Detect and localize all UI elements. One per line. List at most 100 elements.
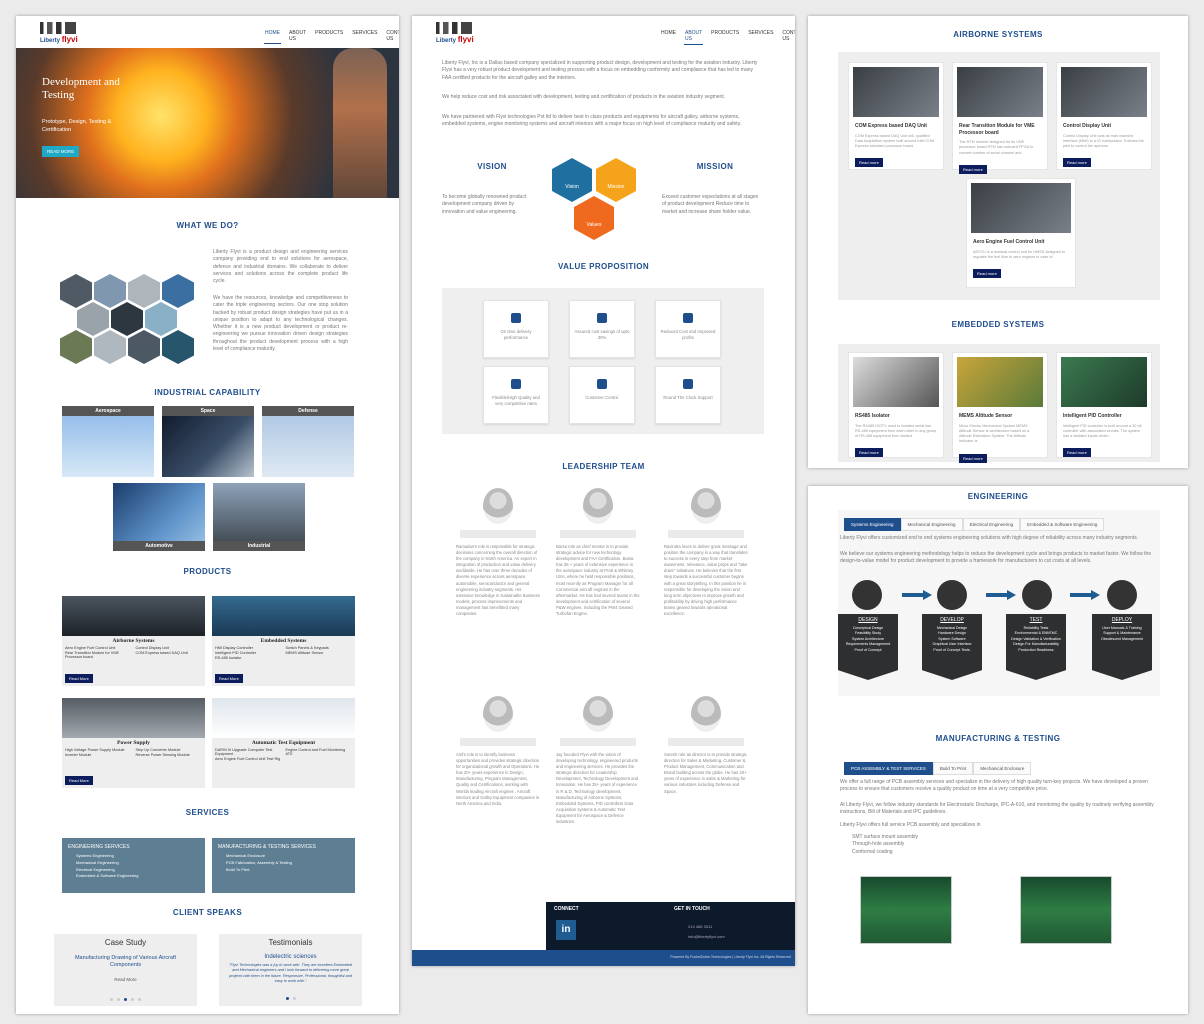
arrow-icon bbox=[1070, 590, 1100, 600]
avatar bbox=[483, 696, 513, 732]
industry-aerospace[interactable]: Aerospace bbox=[62, 406, 154, 477]
tab-mechanical-enclosure[interactable]: Mechanical Enclosure bbox=[973, 762, 1032, 775]
avatar bbox=[483, 488, 513, 524]
power-read-more-button[interactable]: Read More bbox=[65, 776, 93, 785]
engineering-text-2: We believe our systems engineering metho… bbox=[840, 551, 1152, 565]
nav-products[interactable]: PRODUCTS bbox=[710, 28, 740, 45]
tab-systems-engineering[interactable]: Systems Engineering bbox=[844, 518, 901, 531]
emb-card-1: RS485 Isolator The RS485 ISOTX used to is… bbox=[848, 352, 944, 458]
design-icon bbox=[852, 580, 882, 610]
avatar bbox=[583, 488, 613, 524]
trend-icon bbox=[683, 313, 693, 323]
nav-services[interactable]: SERVICES bbox=[351, 28, 378, 44]
logo[interactable]: Liberty flyvi bbox=[40, 22, 78, 44]
building-icon bbox=[436, 22, 472, 34]
vp-on-time: On time delivery performance bbox=[483, 300, 549, 358]
manufacturing-tabs: PCB ASSEMBLY & TEST SERVICES Build To Pr… bbox=[844, 762, 1032, 775]
industry-space[interactable]: Space bbox=[162, 406, 254, 477]
phone-text[interactable]: 214 466 3311 bbox=[688, 924, 712, 929]
leader-3: Ravindra loves to deliver great message … bbox=[658, 488, 754, 617]
step-develop: DEVELOP Mechanical Design Hardware Design… bbox=[922, 614, 982, 680]
tab-mechanical-engineering[interactable]: Mechanical Engineering bbox=[900, 518, 963, 531]
product-image bbox=[971, 183, 1071, 233]
mission-title: MISSION bbox=[696, 162, 734, 171]
product-power-card: Power Supply High Voltage Power Supply M… bbox=[62, 698, 205, 788]
vp-profits: Reduced Cost and Improved profits bbox=[655, 300, 721, 358]
air-card-3: Control Display Unit Control Display Unit… bbox=[1056, 62, 1152, 170]
services-title: SERVICES bbox=[185, 808, 230, 817]
nav-services[interactable]: SERVICES bbox=[747, 28, 774, 45]
tab-electrical-engineering[interactable]: Electrical Engineering bbox=[962, 518, 1021, 531]
what-we-do-text-1: Liberty Flyvi is a product design and en… bbox=[213, 249, 348, 284]
product-embedded-card: Embedded Systems HMI Display Controller S… bbox=[212, 596, 355, 686]
hero-read-more-button[interactable]: READ MORE bbox=[42, 146, 80, 157]
nav-products[interactable]: PRODUCTS bbox=[314, 28, 344, 44]
tab-build-to-print[interactable]: Build To Print bbox=[932, 762, 974, 775]
footer-contact: CONNECT in GET IN TOUCH 214 466 3311 inf… bbox=[546, 902, 795, 950]
embedded-systems-title: EMBEDDED SYSTEMS bbox=[951, 320, 1045, 329]
nav-home[interactable]: HOME bbox=[264, 28, 281, 44]
nav-home[interactable]: HOME bbox=[660, 28, 677, 45]
engineering-tabs: Systems Engineering Mechanical Engineeri… bbox=[844, 518, 1105, 531]
product-ate-card: Automatic Test Equipment DARIN III Upgra… bbox=[212, 698, 355, 788]
email-text[interactable]: info@libertyflyvi.com bbox=[688, 934, 725, 939]
develop-icon bbox=[937, 580, 967, 610]
tab-embedded-engineering[interactable]: Embedded & Software Engineering bbox=[1020, 518, 1105, 531]
hero-subtitle: Prototype, Design, Testing & Certificati… bbox=[42, 119, 112, 134]
factory-icon bbox=[597, 379, 607, 389]
air-card-4: Aero Engine Fuel Control Unit AEFCU is a … bbox=[966, 178, 1076, 288]
step-deploy: DEPLOY User Manuals & Training Support & … bbox=[1092, 614, 1152, 680]
main-nav: HOME ABOUT US PRODUCTS SERVICES CONTACT … bbox=[264, 28, 399, 44]
emb-card-3: Intelligent PID Controller Intelligent PI… bbox=[1056, 352, 1152, 458]
nav-about[interactable]: ABOUT US bbox=[288, 28, 307, 44]
engineering-title: ENGINEERING bbox=[967, 492, 1029, 501]
case-study-read-more-button[interactable]: Read More bbox=[54, 977, 197, 982]
vp-quality: Flexible/High Quality and very competiti… bbox=[483, 366, 549, 424]
airborne-read-more-button[interactable]: Read More bbox=[65, 674, 93, 683]
linkedin-icon[interactable]: in bbox=[556, 920, 576, 940]
hex-mission: Mission bbox=[596, 158, 636, 202]
manufacturing-services-box[interactable]: MANUFACTURING & TESTING SERVICES Mechani… bbox=[212, 838, 355, 893]
tab-pcb-assembly[interactable]: PCB ASSEMBLY & TEST SERVICES bbox=[844, 762, 933, 775]
nav-contact[interactable]: CONTACT US bbox=[385, 28, 399, 44]
product-image bbox=[853, 67, 939, 117]
product-image bbox=[1061, 357, 1147, 407]
product-image bbox=[1061, 67, 1147, 117]
hourglass-icon bbox=[683, 379, 693, 389]
nav-about[interactable]: ABOUT US bbox=[684, 28, 704, 45]
pcb-image-1 bbox=[860, 876, 952, 944]
industry-automotive[interactable]: Automotive bbox=[113, 483, 205, 551]
engineering-text-1: Liberty Flyvi offers customized end to e… bbox=[840, 535, 1139, 541]
testimonials-box: Testimonials Indelectric sciences "Flyvi… bbox=[219, 934, 362, 1006]
about-intro-1: Liberty Flyvi, Inc is a Dallas based com… bbox=[442, 60, 758, 81]
hex-values: Values bbox=[574, 196, 614, 240]
thumbs-up-icon bbox=[511, 379, 521, 389]
hex-collage bbox=[60, 274, 200, 366]
building-icon bbox=[40, 22, 76, 34]
leader-1: Ramadas's role is responsible for strate… bbox=[450, 488, 546, 617]
vision-text: To become globally renowned product deve… bbox=[442, 194, 527, 215]
embedded-read-more-button[interactable]: Read More bbox=[215, 674, 243, 683]
mission-text: Exceed customer expectations at all stag… bbox=[662, 194, 759, 215]
avatar bbox=[583, 696, 613, 732]
about-page-panel: Liberty flyvi HOME ABOUT US PRODUCTS SER… bbox=[412, 16, 795, 966]
product-airborne-card: Airborne Systems Aero Engine Fuel Contro… bbox=[62, 596, 205, 686]
leader-5: Jay founded Flyvi with the vision of dev… bbox=[550, 696, 646, 825]
nav-contact[interactable]: CONTACT US bbox=[781, 28, 795, 45]
arrow-icon bbox=[902, 590, 932, 600]
products-title: PRODUCTS bbox=[183, 567, 232, 576]
step-design: DESIGN Conceptual Design Feasibility Stud… bbox=[838, 614, 898, 680]
vp-customer: Customer Centric bbox=[569, 366, 635, 424]
logo[interactable]: Liberty flyvi bbox=[436, 22, 474, 44]
leader-4: Anil's role is to identify business oppo… bbox=[450, 696, 546, 807]
what-we-do-text-2: We have the resources, knowledge and com… bbox=[213, 295, 348, 352]
hex-vision: Vision bbox=[552, 158, 592, 202]
value-proposition-title: VALUE PROPOSITION bbox=[557, 262, 650, 271]
client-speaks-title: CLIENT SPEAKS bbox=[172, 908, 243, 917]
worker-figure bbox=[333, 48, 387, 198]
industry-defense[interactable]: Defense bbox=[262, 406, 354, 477]
arrow-icon bbox=[986, 590, 1016, 600]
airborne-list: Aero Engine Fuel Control Unit Control Dis… bbox=[65, 646, 188, 659]
engineering-services-box[interactable]: ENGINEERING SERVICES Systems Engineering… bbox=[62, 838, 205, 893]
industry-industrial[interactable]: Industrial bbox=[213, 483, 305, 551]
